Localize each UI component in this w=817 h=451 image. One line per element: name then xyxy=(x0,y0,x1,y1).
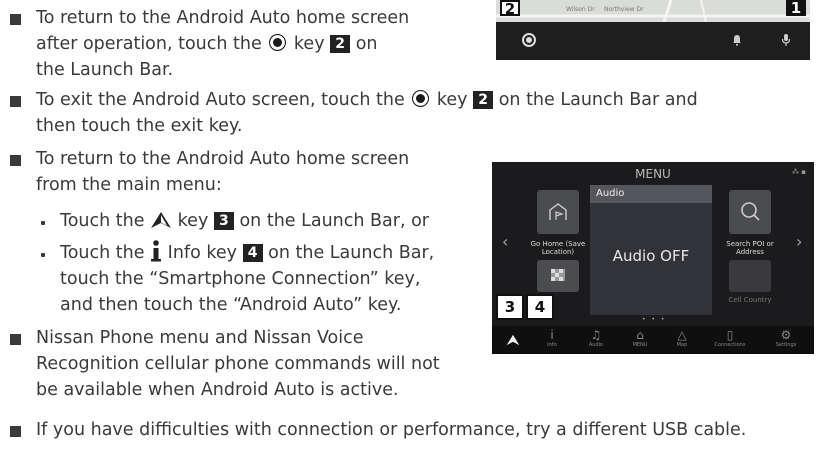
home-icon: ⌂ xyxy=(636,328,644,342)
bullet-4-line-2: Recognition cellular phone commands will… xyxy=(36,354,440,374)
bullet-4-line-3: be available when Android Auto is active… xyxy=(36,380,399,400)
bullet-marker xyxy=(10,96,21,107)
street-label: Northview Dr xyxy=(604,6,644,13)
bullet-marker xyxy=(10,14,21,25)
search-label: Search POI or Address xyxy=(726,240,774,256)
bar-item-settings[interactable]: ⚙ Settings xyxy=(768,328,804,349)
map-arrow-icon: △ xyxy=(677,328,687,342)
info-icon: i xyxy=(550,328,554,342)
sub-bullet-2-line-1: Touch the Info key 4 on the Launch Bar, xyxy=(60,240,434,266)
bullet-1-line-3: the Launch Bar. xyxy=(36,60,174,80)
bar-item-audio[interactable]: ♫ Audio xyxy=(578,328,614,349)
bullet-marker xyxy=(10,155,21,166)
music-note-icon: ♫ xyxy=(590,328,602,342)
callout-label-1: 1 xyxy=(786,0,806,16)
bar-item-connections[interactable]: ▯ Connections xyxy=(712,328,748,349)
status-icons: ⁂ ▪ xyxy=(792,168,806,176)
bullet-2-line-2: then touch the exit key. xyxy=(36,116,243,136)
audio-status: Audio OFF xyxy=(612,247,690,265)
home-flag-icon xyxy=(549,203,567,220)
sub-bullet-2-line-2: touch the “Smartphone Connection” key, xyxy=(60,269,421,289)
smartphone-tile[interactable] xyxy=(537,260,579,292)
home-circle-key-icon xyxy=(412,90,430,107)
bullet-1-line-2: after operation, touch the key 2 on xyxy=(36,34,378,54)
notification-bell-icon[interactable] xyxy=(732,34,742,46)
bar-item-menu[interactable]: ⌂ MENU xyxy=(622,328,658,349)
chevron-left-icon[interactable]: ‹ xyxy=(502,232,508,251)
gear-icon: ⚙ xyxy=(780,328,792,342)
menu-title: MENU xyxy=(635,167,671,181)
menu-screenshot: MENU ⁂ ▪ ‹ › Go Home (Save Location) Aud… xyxy=(492,162,814,354)
microphone-icon[interactable] xyxy=(781,33,791,47)
navigation-arrow-icon[interactable] xyxy=(506,333,520,347)
bullet-5-line-1: If you have difficulties with connection… xyxy=(36,420,747,440)
key-number-badge: 2 xyxy=(330,35,351,53)
home-circle-key-icon[interactable] xyxy=(522,33,536,47)
sub-bullet-2-line-3: and then touch the “Android Auto” key. xyxy=(60,295,402,315)
sub-bullet-marker xyxy=(41,221,45,225)
key-number-badge: 3 xyxy=(213,212,234,230)
audio-panel-header: Audio xyxy=(590,185,712,203)
sub-bullet-marker xyxy=(41,253,45,257)
bullet-3-line-2: from the main menu: xyxy=(36,175,222,195)
search-icon xyxy=(741,202,760,221)
street-label: Wilson Dr xyxy=(566,6,595,13)
callout-label-3: 3 xyxy=(496,294,524,320)
home-circle-key-icon xyxy=(269,34,287,51)
bullet-4-line-1: Nissan Phone menu and Nissan Voice xyxy=(36,328,364,348)
sub-bullet-1-line: Touch the key 3 on the Launch Bar, or xyxy=(60,211,429,231)
bullet-marker xyxy=(10,426,21,437)
extra-tile-label: Cell Country xyxy=(728,296,772,304)
launch-bar xyxy=(496,22,810,60)
bar-item-map[interactable]: △ Map xyxy=(664,328,700,349)
callout-label-4: 4 xyxy=(526,294,554,320)
navigation-arrow-icon xyxy=(151,212,172,228)
search-tile[interactable] xyxy=(729,190,771,234)
phone-icon: ▯ xyxy=(726,328,734,342)
audio-panel[interactable]: Audio Audio OFF xyxy=(590,185,712,315)
bullet-marker xyxy=(10,334,21,345)
launch-bar-screenshot: Wilson Dr Northview Dr 2 1 xyxy=(496,0,810,60)
key-number-badge: 2 xyxy=(473,91,494,109)
page-indicator: • • • xyxy=(642,316,667,323)
chevron-right-icon[interactable]: › xyxy=(796,232,802,251)
extra-tile[interactable] xyxy=(729,260,771,292)
go-home-tile[interactable] xyxy=(537,190,579,234)
go-home-label: Go Home (Save Location) xyxy=(530,240,586,256)
bullet-1-line-1: To return to the Android Auto home scree… xyxy=(36,8,410,28)
map-roads-graphic xyxy=(496,0,810,22)
bar-item-info[interactable]: i Info xyxy=(534,328,570,349)
callout-label-2: 2 xyxy=(500,0,520,17)
checkered-flag-icon xyxy=(551,269,565,281)
bullet-2-line-1: To exit the Android Auto screen, touch t… xyxy=(36,90,698,110)
launch-bar: i Info ♫ Audio ⌂ MENU △ Map ▯ Connections ⚙ Se… xyxy=(492,326,814,354)
bullet-3-line-1: To return to the Android Auto home scree… xyxy=(36,149,410,169)
info-i-icon xyxy=(151,240,162,262)
key-number-badge: 4 xyxy=(242,244,263,262)
map-strip: Wilson Dr Northview Dr xyxy=(496,0,810,22)
